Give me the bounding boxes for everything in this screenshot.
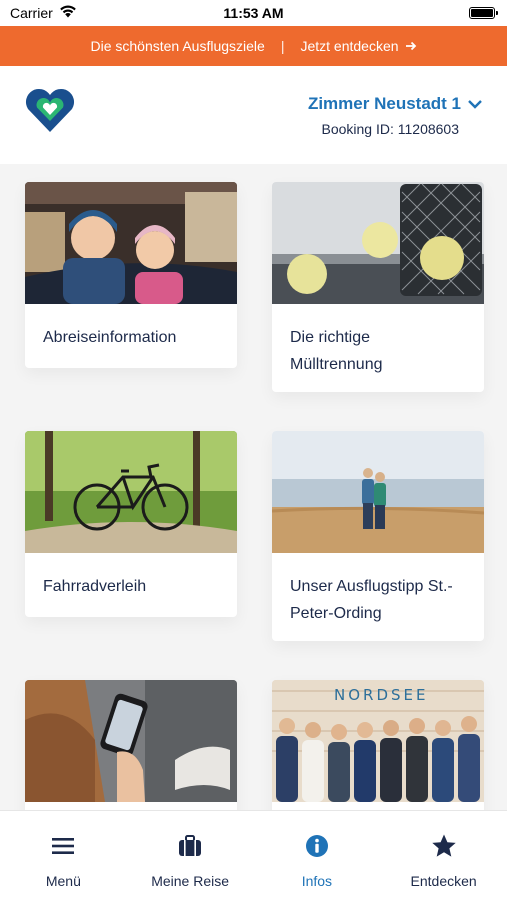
nordsee-sign-text: NORDSEE	[334, 686, 429, 704]
status-time: 11:53 AM	[223, 5, 284, 21]
info-card-muelltrennung[interactable]: Die richtige Mülltrennung	[272, 182, 484, 392]
info-card-grid: Abreiseinformation Die richtige Mülltren…	[0, 164, 507, 810]
card-image-hand-phone	[25, 680, 237, 802]
card-title: Unser Ausflugstipp St.-Peter-Ording	[290, 578, 453, 622]
suitcase-icon	[179, 835, 202, 856]
card-title	[272, 802, 484, 810]
tab-label: Entdecken	[410, 873, 477, 889]
room-name: Zimmer Neustadt 1	[307, 94, 461, 113]
card-title: Abreiseinformation	[43, 329, 177, 346]
card-title	[25, 802, 237, 810]
menu-icon	[52, 838, 75, 854]
info-icon	[305, 835, 328, 857]
status-left: Carrier	[10, 5, 77, 21]
card-image-kids-in-car	[25, 182, 237, 304]
bottom-tab-bar: Menü Meine Reise Infos Entdecken	[0, 810, 507, 900]
tab-label: Infos	[301, 873, 333, 889]
info-card-fahrradverleih[interactable]: Fahrradverleih	[25, 431, 237, 617]
card-image-beach-couple	[272, 431, 484, 553]
info-card-abreise[interactable]: Abreiseinformation	[25, 182, 237, 368]
room-selector[interactable]: Zimmer Neustadt 1	[308, 94, 483, 114]
tab-entdecken[interactable]: Entdecken	[380, 811, 507, 900]
card-image-team-nordsee: NORDSEE	[272, 680, 484, 802]
promo-link-label: Jetzt entdecken	[300, 38, 399, 54]
chevron-down-icon	[468, 100, 482, 109]
status-bar: Carrier 11:53 AM	[0, 0, 507, 26]
wifi-icon	[59, 5, 77, 21]
tab-label: Meine Reise	[151, 873, 230, 889]
booking-id: Booking ID: 11208603	[321, 121, 459, 137]
tab-meine-reise[interactable]: Meine Reise	[127, 811, 254, 900]
promo-text: Die schönsten Ausflugsziele	[90, 38, 265, 54]
card-title: Fahrradverleih	[43, 578, 147, 595]
battery-icon	[469, 7, 498, 19]
promo-separator: |	[280, 38, 285, 54]
promo-banner[interactable]: Die schönsten Ausflugsziele | Jetzt entd…	[0, 26, 507, 66]
tab-menu[interactable]: Menü	[0, 811, 127, 900]
promo-link[interactable]: Jetzt entdecken	[300, 38, 416, 54]
card-image-waste-bin	[272, 182, 484, 304]
carrier-label: Carrier	[10, 5, 53, 21]
app-header: Zimmer Neustadt 1 Booking ID: 11208603	[0, 66, 507, 164]
info-card-phone[interactable]	[25, 680, 237, 810]
card-title: Die richtige Mülltrennung	[290, 329, 383, 373]
info-card-team[interactable]: NORDSEE	[272, 680, 484, 810]
tab-label: Menü	[45, 873, 81, 889]
star-icon	[431, 834, 456, 857]
info-card-st-peter-ording[interactable]: Unser Ausflugstipp St.-Peter-Ording	[272, 431, 484, 641]
card-image-bicycle	[25, 431, 237, 553]
tab-infos[interactable]: Infos	[254, 811, 381, 900]
heart-logo-icon	[25, 88, 75, 132]
arrow-right-icon	[405, 41, 416, 51]
